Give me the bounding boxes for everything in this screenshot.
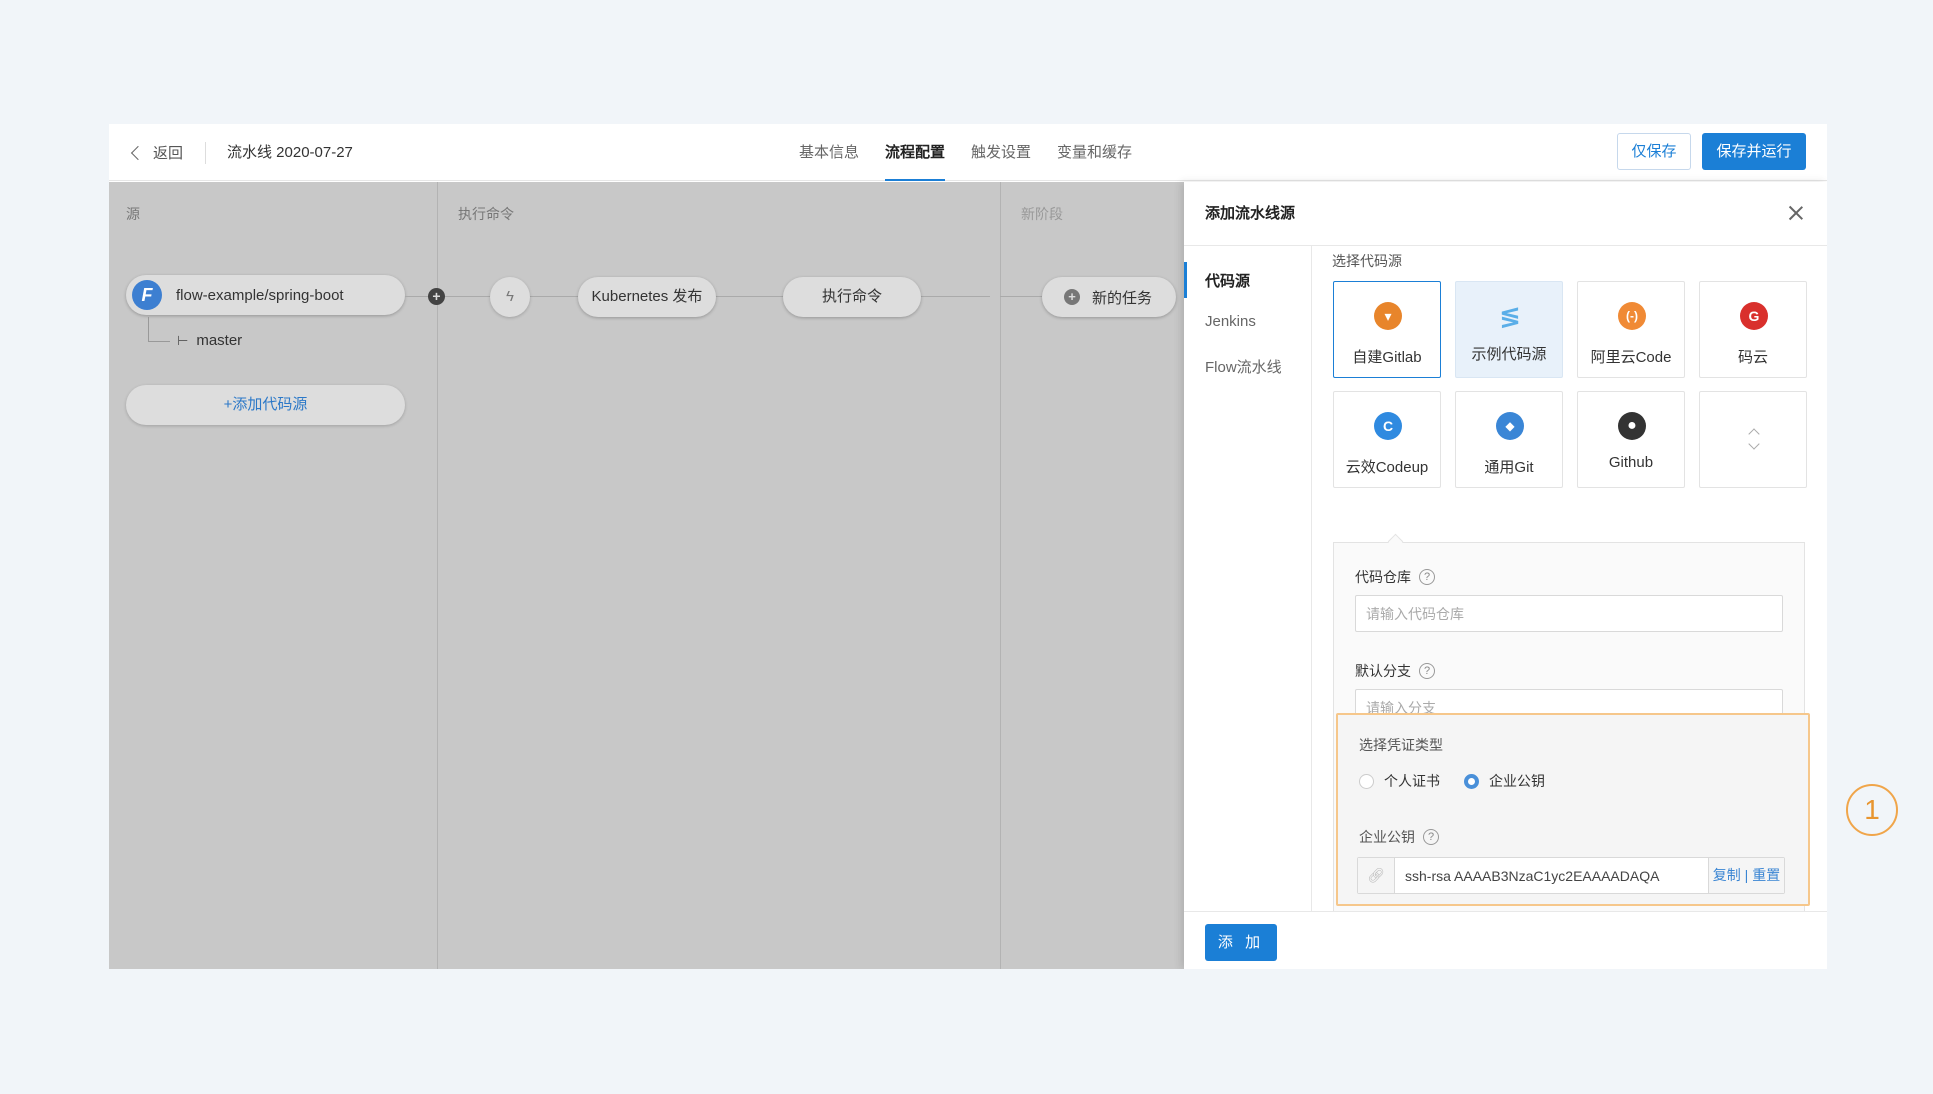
active-nav-indicator (1184, 262, 1187, 298)
task-kubernetes-deploy[interactable]: Kubernetes 发布 (578, 277, 716, 317)
new-task-label: 新的任务 (1092, 289, 1153, 307)
branch-name: master (196, 332, 243, 349)
source-card-gitlab[interactable]: ▾ 自建Gitlab (1333, 281, 1441, 378)
source-card-git[interactable]: ◆ 通用Git (1455, 391, 1563, 488)
aliyun-code-icon: (-) (1618, 302, 1646, 330)
drawer-title: 添加流水线源 (1205, 205, 1296, 222)
source-card-sample[interactable]: ≶ 示例代码源 (1455, 281, 1563, 378)
source-branch: ⊢ master (177, 332, 242, 349)
radio-label: 个人证书 (1384, 773, 1440, 789)
drawer-footer: 添 加 (1184, 911, 1827, 969)
source-card-label: 阿里云Code (1590, 349, 1672, 366)
header-divider (205, 142, 206, 164)
source-card-github[interactable]: ● Github (1577, 391, 1685, 488)
source-repo-pill[interactable]: F flow-example/spring-boot (126, 275, 405, 315)
key-label: 企业公钥 ? (1359, 827, 1439, 847)
stage-divider (1000, 182, 1001, 969)
radio-personal-cert[interactable] (1359, 773, 1374, 789)
flow-connector-line (1000, 296, 1042, 297)
github-icon: ● (1618, 412, 1646, 440)
source-card-label: 码云 (1737, 349, 1768, 366)
stage-title-new: 新阶段 (1021, 206, 1063, 222)
pipeline-title: 流水线 2020-07-27 (227, 144, 353, 161)
stage-title-exec: 执行命令 (458, 206, 514, 222)
new-task-button[interactable]: + 新的任务 (1042, 277, 1176, 317)
plus-circle-icon: + (1064, 289, 1080, 305)
source-card-label: 云效Codeup (1345, 459, 1429, 476)
save-and-run-button[interactable]: 保存并运行 (1702, 133, 1806, 170)
select-source-label: 选择代码源 (1332, 253, 1402, 269)
drawer-header: 添加流水线源 (1184, 182, 1827, 246)
chevron-down-icon (1748, 438, 1760, 450)
branch-connector (148, 317, 170, 342)
public-key-value[interactable]: ssh-rsa AAAAB3NzaC1yc2EAAAADAQA (1395, 868, 1708, 884)
source-card-label: 示例代码源 (1471, 346, 1547, 363)
back-label: 返回 (153, 145, 184, 162)
tab-bar: 基本信息 流程配置 触发设置 变量和缓存 (799, 124, 1158, 181)
public-key-field: 🔗︎ ssh-rsa AAAAB3NzaC1yc2EAAAADAQA 复制 | … (1357, 857, 1785, 894)
help-icon[interactable]: ? (1419, 569, 1435, 585)
sample-source-icon: ≶ (1499, 301, 1521, 331)
link-icon: 🔗︎ (1358, 858, 1395, 893)
credential-section: 选择凭证类型 个人证书 企业公钥 企业公钥 ? 🔗︎ ssh-rsa AAAAB… (1336, 713, 1810, 906)
stage-title-source: 源 (126, 206, 140, 222)
copy-link[interactable]: 复制 (1713, 867, 1741, 883)
key-label-text: 企业公钥 (1359, 829, 1415, 845)
radio-label: 企业公钥 (1489, 773, 1545, 789)
add-source-button[interactable]: +添加代码源 (126, 385, 405, 425)
source-card-label: 通用Git (1484, 459, 1534, 476)
pipeline-canvas: 源 执行命令 新阶段 F flow-example/spring-boot ⊢ … (109, 182, 1184, 969)
tab-trigger-settings[interactable]: 触发设置 (971, 124, 1031, 181)
back-button[interactable]: 返回 (129, 124, 183, 181)
flow-logo-icon: F (132, 280, 162, 310)
tab-flow-config[interactable]: 流程配置 (885, 124, 946, 181)
gitlab-icon: ▾ (1374, 302, 1402, 330)
source-card-label: 自建Gitlab (1352, 349, 1422, 366)
radio-enterprise-key[interactable] (1464, 773, 1479, 789)
tab-variables-cache[interactable]: 变量和缓存 (1057, 124, 1132, 181)
source-card-gitee[interactable]: G 码云 (1699, 281, 1807, 378)
annotation-marker: 1 (1846, 784, 1898, 836)
cred-type-label-text: 选择凭证类型 (1359, 737, 1443, 753)
source-card-codeup[interactable]: C 云效Codeup (1333, 391, 1441, 488)
nav-item-jenkins[interactable]: Jenkins (1205, 313, 1256, 330)
help-icon[interactable]: ? (1423, 829, 1439, 845)
task-exec-command[interactable]: 执行命令 (783, 277, 921, 317)
key-actions: 复制 | 重置 (1708, 858, 1784, 893)
cred-type-radios: 个人证书 企业公钥 (1359, 771, 1545, 791)
trigger-bolt-icon[interactable]: ϟ (490, 277, 530, 317)
tab-basic-info[interactable]: 基本信息 (799, 124, 859, 181)
branch-label: 默认分支 ? (1355, 661, 1435, 681)
repo-label-text: 代码仓库 (1355, 569, 1411, 585)
add-stage-icon[interactable]: + (428, 288, 445, 305)
branch-label-text: 默认分支 (1355, 663, 1411, 679)
cred-type-label: 选择凭证类型 (1359, 735, 1443, 755)
source-card-aliyun-code[interactable]: (-) 阿里云Code (1577, 281, 1685, 378)
git-icon: ◆ (1496, 412, 1524, 440)
source-repo-name: flow-example/spring-boot (176, 286, 344, 304)
close-icon[interactable] (1787, 204, 1805, 222)
help-icon[interactable]: ? (1419, 663, 1435, 679)
expand-more-button[interactable] (1699, 391, 1807, 488)
repo-input[interactable] (1355, 595, 1783, 632)
drawer-nav: 代码源 Jenkins Flow流水线 (1184, 246, 1312, 911)
nav-item-flow-pipeline[interactable]: Flow流水线 (1205, 356, 1282, 377)
gitee-icon: G (1740, 302, 1768, 330)
codeup-icon: C (1374, 412, 1402, 440)
top-header: 返回 流水线 2020-07-27 基本信息 流程配置 触发设置 变量和缓存 仅… (109, 124, 1827, 181)
add-button[interactable]: 添 加 (1205, 924, 1277, 961)
nav-item-code-source[interactable]: 代码源 (1205, 270, 1250, 291)
save-only-button[interactable]: 仅保存 (1617, 133, 1691, 170)
branch-icon: ⊢ (177, 332, 189, 348)
source-card-label: Github (1608, 454, 1654, 471)
reset-link[interactable]: 重置 (1752, 867, 1780, 883)
chevron-left-icon (130, 145, 146, 160)
repo-label: 代码仓库 ? (1355, 567, 1435, 587)
